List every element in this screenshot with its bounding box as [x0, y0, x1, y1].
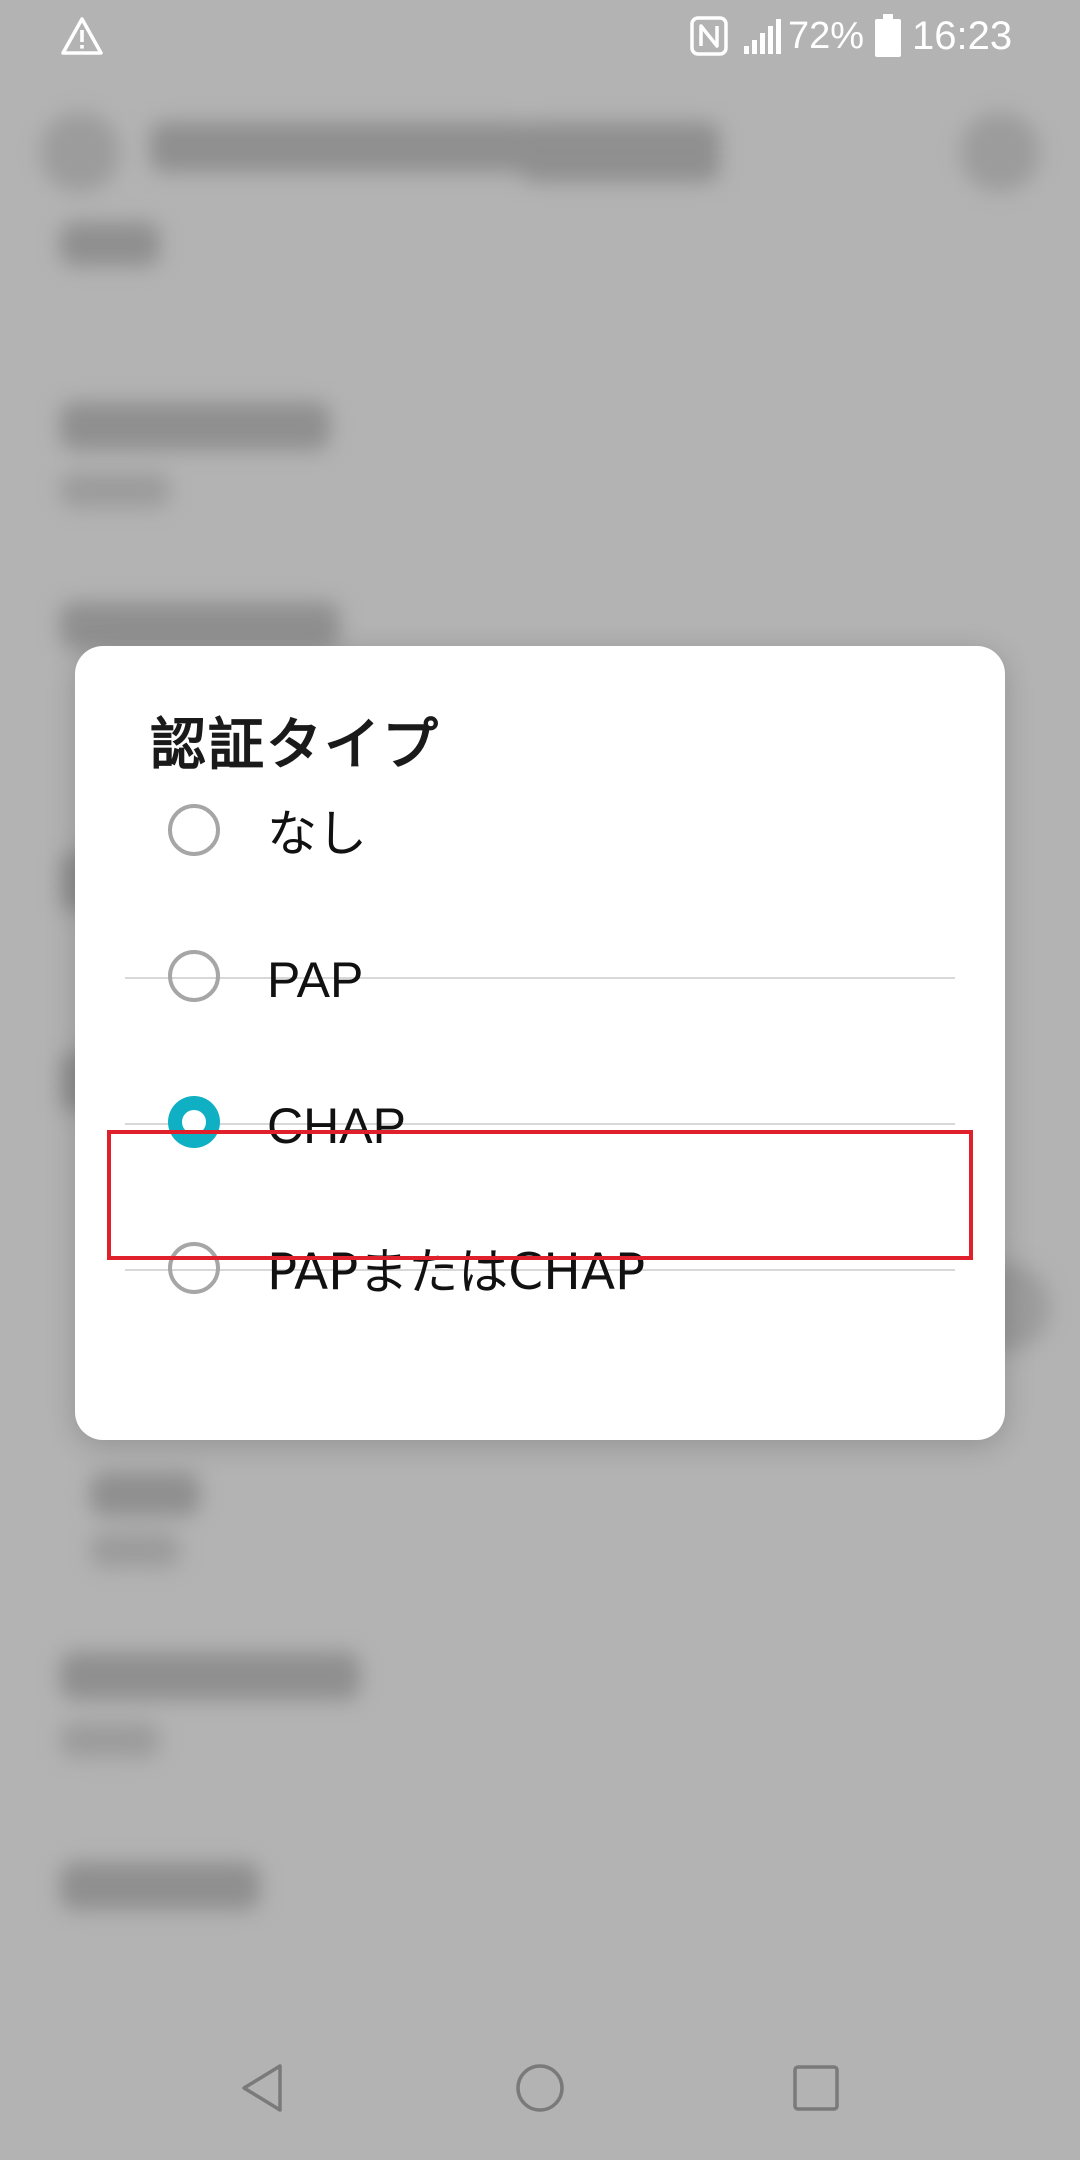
navigation-bar — [0, 2020, 1080, 2160]
option-none[interactable]: なし — [125, 760, 955, 906]
bg-row-2-sub — [60, 472, 170, 508]
bg-row-2 — [60, 402, 330, 450]
recent-apps-icon[interactable] — [786, 2058, 846, 2118]
bg-row-7 — [60, 1652, 360, 1700]
option-label: なし — [267, 805, 367, 863]
radio-button-icon[interactable] — [168, 804, 220, 856]
bg-action-icon — [960, 112, 1040, 192]
option-label: PAP — [267, 952, 364, 1008]
signal-icon — [744, 19, 781, 54]
bg-title — [150, 122, 530, 172]
bg-row-6-sub — [90, 1532, 180, 1568]
warning-icon — [61, 17, 103, 55]
bg-row-3 — [60, 602, 340, 650]
auth-type-dialog: 認証タイプ なし PAP CHAP PAPまたはCHAP — [75, 646, 1005, 1440]
battery-icon — [875, 14, 901, 57]
home-icon[interactable] — [510, 2058, 570, 2118]
status-bar: 72% 16:23 — [0, 0, 1080, 72]
nfc-icon — [690, 16, 728, 56]
selection-highlight-box — [107, 1130, 973, 1260]
option-pap[interactable]: PAP — [125, 906, 955, 1052]
battery-percentage: 72% — [788, 15, 865, 57]
bg-back-icon — [40, 112, 120, 192]
radio-button-icon[interactable] — [168, 950, 220, 1002]
bg-row-6 — [90, 1472, 200, 1516]
bg-row-8 — [60, 1862, 260, 1910]
bg-row-7-sub — [60, 1722, 160, 1758]
bg-title-tail — [520, 122, 720, 182]
back-icon[interactable] — [234, 2058, 294, 2118]
clock: 16:23 — [912, 14, 1013, 58]
bg-row-1 — [60, 222, 160, 266]
